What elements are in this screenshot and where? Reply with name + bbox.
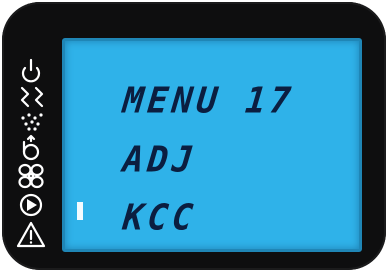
menu-item-adj: ADJ bbox=[120, 138, 199, 181]
play-icon bbox=[19, 193, 43, 217]
warning-icon bbox=[16, 221, 46, 248]
zigzag-icon bbox=[20, 86, 44, 108]
status-icon-column bbox=[14, 58, 50, 254]
spray-icon bbox=[21, 113, 43, 131]
lcd-display: MENU 17 ADJ KCC bbox=[62, 38, 362, 252]
menu-item-kcc: KCC bbox=[120, 196, 199, 239]
menu-number-line: MENU 17 bbox=[120, 79, 297, 122]
power-icon bbox=[21, 58, 41, 83]
selection-cursor bbox=[77, 202, 83, 220]
fan-icon bbox=[18, 163, 44, 189]
meter-icon bbox=[22, 134, 40, 161]
